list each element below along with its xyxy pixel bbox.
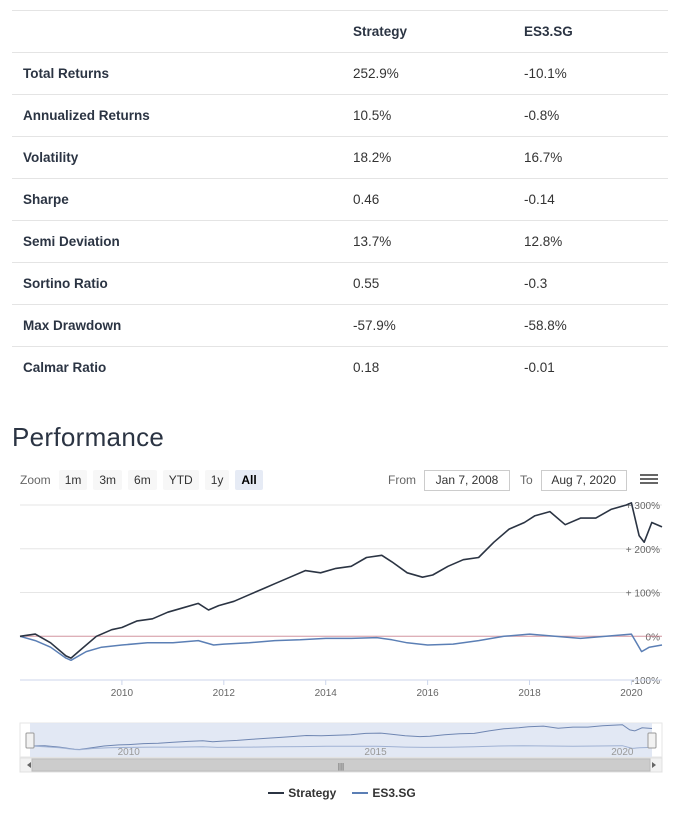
from-date-input[interactable]: Jan 7, 2008 <box>424 469 510 491</box>
strategy-value: 0.46 <box>353 192 380 207</box>
metric-label: Max Drawdown <box>23 318 122 333</box>
strategy-value: 10.5% <box>353 108 392 123</box>
y-tick-label: + 100% <box>626 589 660 600</box>
navigator-tick-label: 2015 <box>364 747 387 758</box>
table-row: Annualized Returns 10.5% -0.8% <box>12 94 668 136</box>
navigator-handle <box>647 732 657 749</box>
performance-chart-svg: + 300%+ 200%+ 100%0%-100%2010 2012 2014 201… <box>19 501 663 773</box>
strategy-value: 13.7% <box>353 234 392 249</box>
to-label: To <box>520 473 533 487</box>
y-tick-label: 0% <box>646 632 661 643</box>
performance-title: Performance <box>12 422 165 452</box>
zoom-button-1y[interactable]: 1y <box>204 470 230 490</box>
column-header: Strategy <box>353 24 408 39</box>
x-tick-label: 2016 <box>416 688 439 699</box>
strategy-value: -57.9% <box>353 318 396 333</box>
navigator-tick-label: 2010 <box>118 747 141 758</box>
zoom-button-1m[interactable]: 1m <box>58 470 88 490</box>
x-tick-label: 2020 <box>620 688 643 699</box>
series-line-es3-sg <box>19 633 663 662</box>
benchmark-value: 16.7% <box>524 150 563 165</box>
x-tick-label: 2010 <box>111 688 134 699</box>
scrollbar-grip-icon: ||| <box>338 762 344 771</box>
to-date-input[interactable]: Aug 7, 2020 <box>540 469 627 491</box>
metric-label: Sortino Ratio <box>23 276 108 291</box>
metric-label: Volatility <box>23 150 79 165</box>
performance-chart: + 300% + 200% + 100% 0% -100% 2010 2012 2014 201… <box>0 495 684 815</box>
chart-legend: Strategy ES3.SG <box>0 786 684 800</box>
hamburger-menu-icon[interactable] <box>640 472 658 488</box>
zoom-button-3m[interactable]: 3m <box>93 470 123 490</box>
table-row: Max Drawdown -57.9% -58.8% <box>12 304 668 346</box>
table-header-row: Strategy ES3.SG <box>12 10 668 52</box>
zoom-button-ytd[interactable]: YTD <box>162 470 199 490</box>
date-range-selector: From Jan 7, 2008 To Aug 7, 2020 <box>388 469 627 491</box>
navigator-tick-label: 2020 <box>611 747 634 758</box>
table-row: Semi Deviation 13.7% 12.8% <box>12 220 668 262</box>
x-tick-label: 2018 <box>518 688 541 699</box>
series-line-strategy <box>19 502 663 659</box>
y-tick-label: + 200% <box>626 545 660 556</box>
table-row: Volatility 18.2% 16.7% <box>12 136 668 178</box>
metric-label: Annualized Returns <box>23 108 150 123</box>
strategy-value: 18.2% <box>353 150 392 165</box>
from-label: From <box>388 473 416 487</box>
legend-label: ES3.SG <box>372 786 416 800</box>
x-tick-label: 2012 <box>213 688 236 699</box>
zoom-button-all[interactable]: All <box>235 470 263 490</box>
zoom-button-6m[interactable]: 6m <box>128 470 157 490</box>
zoom-selector: Zoom 1m 3m 6m YTD 1y All <box>20 469 269 491</box>
statistics-table: Strategy ES3.SG Total Returns 252.9% -10.1% A… <box>12 10 668 388</box>
benchmark-value: -0.8% <box>524 108 560 123</box>
column-header: ES3.SG <box>524 24 573 39</box>
zoom-label: Zoom <box>20 473 51 487</box>
table-row: Calmar Ratio 0.18 -0.01 <box>12 346 668 388</box>
benchmark-value: -58.8% <box>524 318 567 333</box>
benchmark-value: -0.3 <box>524 276 548 291</box>
strategy-value: 252.9% <box>353 66 399 81</box>
benchmark-value: -10.1% <box>524 66 567 81</box>
strategy-value: 0.55 <box>353 276 380 291</box>
legend-swatch <box>352 792 369 794</box>
y-tick-label: -100% <box>631 676 660 687</box>
navigator-handle <box>25 732 35 749</box>
metric-label: Sharpe <box>23 192 69 207</box>
benchmark-value: 12.8% <box>524 234 563 249</box>
table-row: Total Returns 252.9% -10.1% <box>12 52 668 94</box>
x-tick-label: 2014 <box>315 688 338 699</box>
table-row: Sortino Ratio 0.55 -0.3 <box>12 262 668 304</box>
benchmark-value: -0.14 <box>524 192 555 207</box>
legend-label: Strategy <box>288 786 337 800</box>
legend-swatch <box>268 792 285 794</box>
metric-label: Total Returns <box>23 66 110 81</box>
strategy-value: 0.18 <box>353 360 380 375</box>
metric-label: Semi Deviation <box>23 234 120 249</box>
metric-label: Calmar Ratio <box>23 360 107 375</box>
legend-item[interactable]: ES3.SG <box>352 786 416 800</box>
legend-item[interactable]: Strategy <box>268 786 336 800</box>
table-row: Sharpe 0.46 -0.14 <box>12 178 668 220</box>
benchmark-value: -0.01 <box>524 360 555 375</box>
